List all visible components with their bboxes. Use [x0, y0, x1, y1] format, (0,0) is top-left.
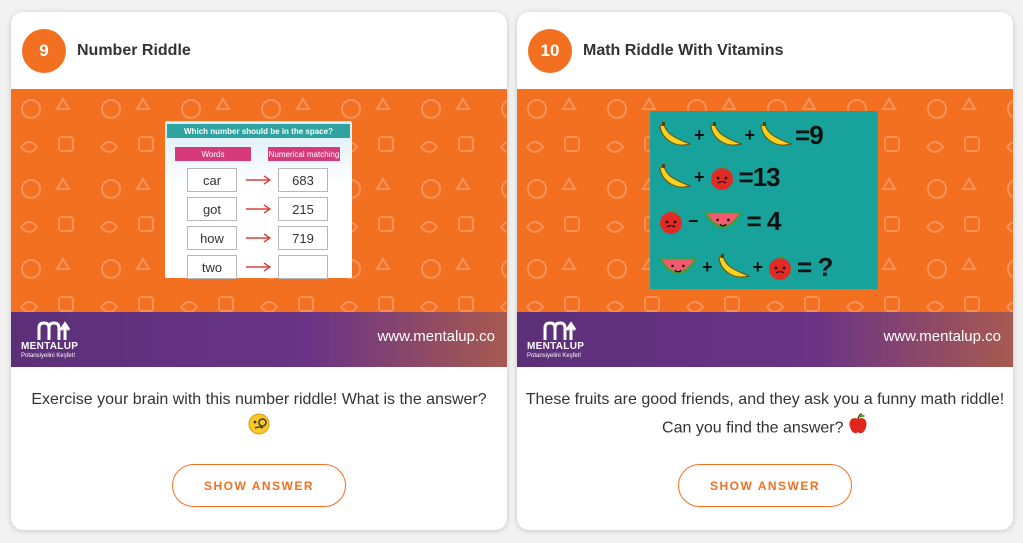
show-answer-button[interactable]: SHOW ANSWER	[172, 464, 346, 507]
mentalup-logo: MENTALUP Potansiyelini Keşfet!	[21, 320, 91, 360]
mentalup-logo-icon	[543, 321, 577, 340]
site-url: www.mentalup.co	[883, 328, 1001, 345]
numbers-column-header: Numerical matching	[268, 147, 340, 161]
word-cell: how	[187, 226, 237, 250]
riddle-title: Math Riddle With Vitamins	[583, 41, 784, 59]
arrow-right-icon	[246, 175, 272, 185]
riddle-card-9: 9 Number Riddle Which number should be i…	[11, 12, 507, 530]
equation-row: + + = ?	[656, 249, 833, 285]
banana-icon	[707, 120, 743, 150]
word-cell: two	[187, 255, 237, 279]
card-header: 10 Math Riddle With Vitamins	[517, 12, 1013, 89]
riddle-number-badge: 10	[528, 28, 572, 73]
card-header: 9 Number Riddle	[11, 12, 507, 89]
number-cell: 719	[278, 226, 328, 250]
logo-wordmark: MENTALUP	[527, 341, 585, 352]
logo-tagline: Potansiyelini Keşfet!	[527, 353, 582, 359]
arrow-right-icon	[246, 233, 272, 243]
banana-icon	[757, 120, 793, 150]
number-cell: 215	[278, 197, 328, 221]
watermelon-icon	[701, 208, 745, 234]
puzzle-question: Which number should be in the space?	[167, 124, 350, 138]
description-text: Exercise your brain with this number rid…	[31, 391, 487, 408]
apple-icon	[707, 162, 737, 192]
word-cell: got	[187, 197, 237, 221]
logo-tagline: Potansiyelini Keşfet!	[21, 353, 76, 359]
mentalup-logo: MENTALUP Potansiyelini Keşfet!	[527, 320, 597, 360]
riddle-card-10: 10 Math Riddle With Vitamins + + =9 + =1…	[517, 12, 1013, 530]
arrow-right-icon	[246, 204, 272, 214]
riddle-image: + + =9 + =13 − = 4 + + = ? MENTALUP Pota…	[517, 89, 1013, 367]
fruit-math-puzzle: + + =9 + =13 − = 4 + + = ?	[650, 111, 878, 289]
word-cell: car	[187, 168, 237, 192]
banana-icon	[656, 120, 692, 150]
arrow-right-icon	[246, 262, 272, 272]
number-cell: 683	[278, 168, 328, 192]
show-answer-button[interactable]: SHOW ANSWER	[678, 464, 852, 507]
riddle-grid: 9 Number Riddle Which number should be i…	[0, 0, 1023, 543]
riddle-image: Which number should be in the space? Wor…	[11, 89, 507, 367]
banner-footer: MENTALUP Potansiyelini Keşfet! www.menta…	[517, 312, 1013, 367]
riddle-description: These fruits are good friends, and they …	[517, 386, 1013, 444]
watermelon-icon	[656, 254, 700, 280]
apple-icon	[765, 252, 795, 282]
words-column-header: Words	[175, 147, 251, 161]
riddle-description: Exercise your brain with this number rid…	[11, 386, 507, 444]
banana-icon	[715, 252, 751, 282]
equation-row: + =13	[656, 159, 781, 195]
red-apple-icon	[848, 413, 868, 444]
mentalup-logo-icon	[37, 321, 71, 340]
riddle-title: Number Riddle	[77, 41, 191, 59]
equation-result: =13	[738, 161, 781, 192]
logo-wordmark: MENTALUP	[21, 341, 79, 352]
riddle-number-badge: 9	[22, 28, 66, 73]
description-text: These fruits are good friends, and they …	[525, 391, 1005, 437]
apple-icon	[656, 206, 686, 236]
monocle-face-icon	[248, 413, 270, 444]
equation-result: = ?	[797, 251, 833, 282]
site-url: www.mentalup.co	[377, 328, 495, 345]
number-cell-blank	[278, 255, 328, 279]
equation-result: =9	[795, 119, 824, 150]
equation-result: = 4	[746, 205, 782, 236]
number-riddle-puzzle: Which number should be in the space? Wor…	[165, 121, 352, 279]
banner-footer: MENTALUP Potansiyelini Keşfet! www.menta…	[11, 312, 507, 367]
equation-row: + + =9	[656, 117, 824, 153]
banana-icon	[656, 162, 692, 192]
equation-row: − = 4	[656, 203, 782, 239]
